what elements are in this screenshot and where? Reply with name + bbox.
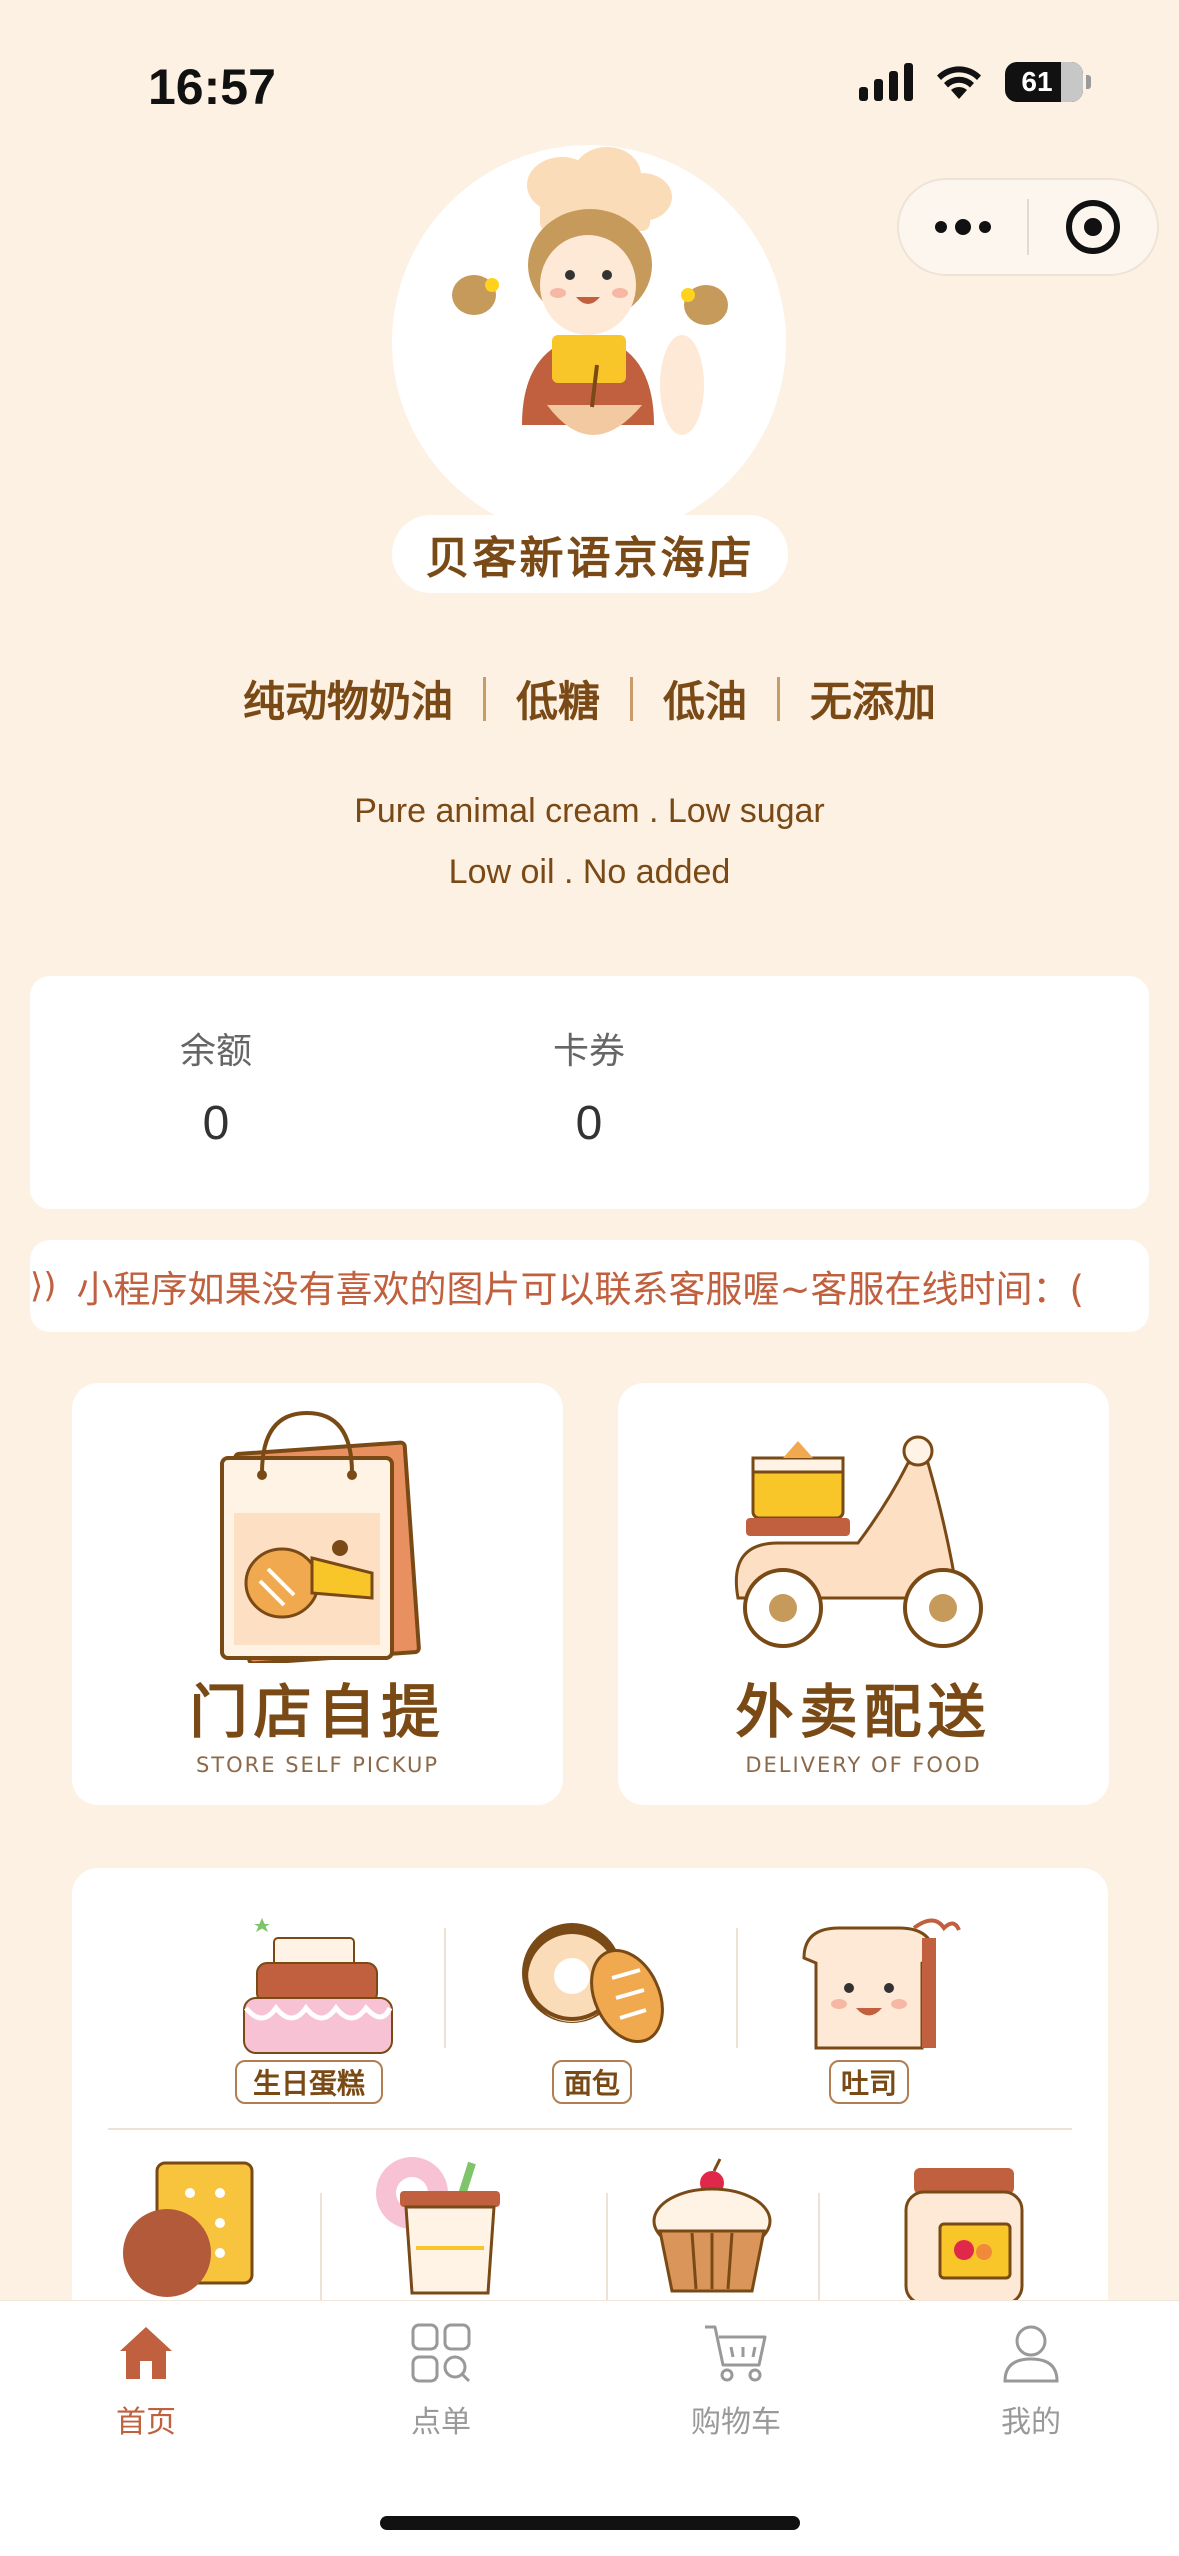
battery-icon: 61 [1005,62,1091,102]
drink-cup-icon [376,2157,500,2295]
tab-label: 首页 [116,2405,176,2440]
balance-item[interactable]: 余额 0 [116,1022,316,1151]
row-divider [108,2128,1072,2130]
close-mini-program-icon[interactable] [1029,200,1157,254]
category-label: 生日蛋糕 [235,2060,383,2104]
pickup-subtitle: STORE SELF PICKUP [195,1753,440,1777]
divider [736,1928,738,2048]
category-birthday-cake[interactable]: 生日蛋糕 [232,1908,402,2108]
category-jam[interactable] [892,2158,1032,2308]
store-pickup-card[interactable]: 门店自提 STORE SELF PICKUP [72,1383,563,1805]
divider [444,1928,446,2048]
tab-order[interactable]: 点单 [341,2321,541,2441]
slogan-line-2: Low oil . No added [448,853,731,891]
cupcake-icon [652,2158,772,2293]
notice-text: 小程序如果没有喜欢的图片可以联系客服喔~客服在线时间：( [76,1268,1084,1311]
battery-level: 61 [1021,66,1053,97]
mini-program-capsule [897,178,1159,276]
feature-tags: 纯动物奶油 低糖 低油 无添加 [0,668,1179,729]
balance-card: 余额 0 卡券 0 [30,976,1149,1209]
cellular-signal-icon [859,63,913,101]
scooter-icon [734,1435,983,1648]
more-icon[interactable] [899,219,1027,235]
delivery-title: 外卖配送 [735,1678,992,1746]
delivery-subtitle: DELIVERY OF FOOD [745,1753,982,1777]
category-label: 面包 [552,2060,632,2104]
coupon-value: 0 [575,1097,603,1150]
tag-item: 低糖 [515,677,600,726]
tab-label: 点单 [411,2405,471,2440]
divider [606,2193,608,2313]
tab-mine[interactable]: 我的 [931,2321,1131,2441]
status-time: 16:57 [148,59,276,115]
coupon-label: 卡券 [552,1031,625,1072]
category-cupcake[interactable] [642,2153,792,2303]
home-icon [120,2327,172,2379]
tab-cart[interactable]: 购物车 [636,2321,836,2441]
coupon-item[interactable]: 卡券 0 [489,1022,689,1151]
biscuit-icon [123,2161,254,2297]
category-bread[interactable]: 面包 [512,1908,682,2108]
category-drinks[interactable] [372,2153,522,2303]
birthday-cake-icon [243,1918,393,2054]
pickup-title: 门店自提 [189,1678,446,1746]
tag-item: 低油 [663,677,748,726]
category-toast[interactable]: 吐司 [794,1908,964,2108]
divider [320,2193,322,2313]
speaker-icon: ⟩) [30,1266,57,1306]
toast-icon [802,1918,961,2050]
shop-logo [392,145,786,539]
grid-menu-icon [411,2323,471,2383]
tag-item: 无添加 [810,677,937,726]
shopping-bag-icon [220,1410,421,1663]
slogan-line-1: Pure animal cream . Low sugar [354,792,825,830]
shop-name: 贝客新语京海店 [392,515,788,593]
divider [818,2193,820,2313]
donut-bread-icon [522,1923,664,2044]
tab-label: 购物车 [691,2405,781,2440]
jam-jar-icon [904,2168,1024,2306]
wifi-icon [937,66,981,99]
notice-bar[interactable]: ⟩) 小程序如果没有喜欢的图片可以联系客服喔~客服在线时间：( [30,1240,1149,1332]
category-panel: 生日蛋糕 面包 吐司 [72,1868,1108,2368]
home-indicator[interactable] [380,2516,800,2530]
category-biscuit[interactable] [122,2153,262,2303]
tag-item: 纯动物奶油 [242,677,453,726]
balance-value: 0 [202,1097,230,1150]
tab-label: 我的 [1001,2405,1061,2440]
status-icons: 61 [859,62,1091,102]
shopping-cart-icon [705,2325,767,2382]
delivery-card[interactable]: 外卖配送 DELIVERY OF FOOD [618,1383,1109,1805]
chef-girl-illustration [452,147,728,435]
category-label: 吐司 [829,2060,909,2104]
user-icon [1003,2325,1059,2383]
tab-home[interactable]: 首页 [46,2321,246,2441]
balance-label: 余额 [179,1031,252,1072]
